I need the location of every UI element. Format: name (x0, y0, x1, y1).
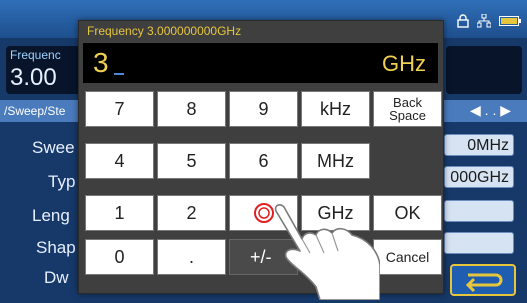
param-field-4[interactable] (444, 232, 514, 254)
breadcrumb: /Sweep/Ste (4, 104, 66, 118)
param-field-2[interactable]: 000GHz (444, 166, 514, 188)
key-8[interactable]: 8 (157, 91, 226, 127)
return-button[interactable] (450, 264, 516, 296)
key-2[interactable]: 2 (157, 195, 226, 231)
return-arrow-icon (465, 273, 503, 293)
info-box (446, 46, 522, 94)
param-label-dwell: Dw (44, 268, 69, 287)
key-7[interactable]: 7 (85, 91, 154, 127)
param-field-3[interactable] (444, 200, 514, 222)
key-dot[interactable]: . (157, 239, 226, 275)
key-backspace[interactable]: Back Space (373, 91, 442, 127)
key-5[interactable]: 5 (157, 143, 226, 179)
network-icon (477, 14, 491, 28)
param-label-length: Leng (32, 206, 70, 225)
frequency-readout-value: 3.00 (10, 64, 57, 91)
param-label-shape: Shap (36, 238, 76, 257)
status-icons (457, 14, 521, 28)
frequency-readout-title: Frequenc (10, 48, 61, 62)
text-caret (114, 73, 124, 75)
key-6[interactable]: 6 (229, 143, 298, 179)
battery-icon (499, 16, 521, 26)
param-label-sweep: Swee (32, 138, 75, 157)
page-nav-arrows[interactable]: ◀ . . ▶ (470, 102, 511, 119)
param-label-type: Typ (48, 172, 76, 191)
param-field-1[interactable]: 0MHz (444, 134, 514, 156)
entry-unit: GHz (382, 51, 426, 76)
key-0[interactable]: 0 (85, 239, 154, 275)
lock-icon (457, 14, 469, 28)
key-9[interactable]: 9 (229, 91, 298, 127)
key-4[interactable]: 4 (85, 143, 154, 179)
key-mhz[interactable]: MHz (301, 143, 370, 179)
entry-display: 3 GHz (83, 43, 438, 83)
key-cancel[interactable]: Cancel (373, 239, 442, 275)
pointing-hand-icon (274, 204, 380, 300)
entry-value: 3 (93, 47, 109, 78)
key-backspace-line2: Space (389, 108, 426, 123)
dialog-title: Frequency 3.000000000GHz (87, 24, 242, 38)
key-ok[interactable]: OK (373, 195, 442, 231)
key-1[interactable]: 1 (85, 195, 154, 231)
key-khz[interactable]: kHz (301, 91, 370, 127)
